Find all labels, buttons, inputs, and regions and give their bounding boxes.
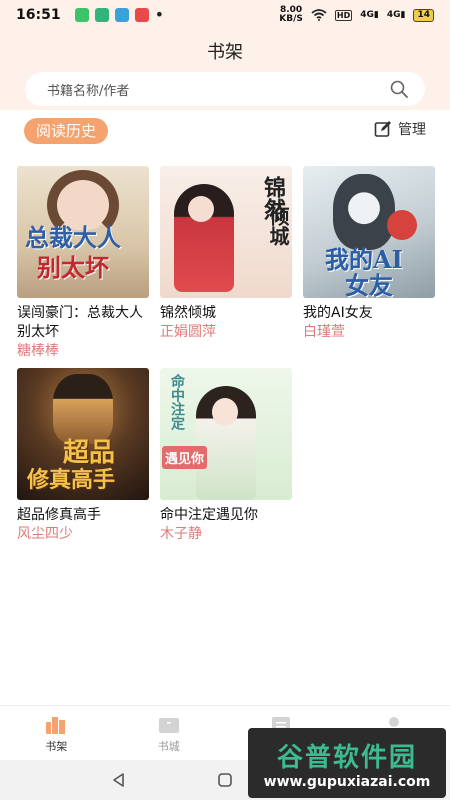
cover-illustration [333, 174, 395, 250]
signal-2: 4G▮ [386, 10, 406, 20]
book-cover[interactable]: 锦然 倾城 [160, 166, 292, 298]
cover-illustration-face [188, 196, 214, 222]
book-item[interactable]: 总裁大人 别太坏 误闯豪门：总裁大人别太坏 糖棒棒 [17, 166, 149, 361]
book-author: 糖棒棒 [17, 343, 59, 359]
messaging-app-icon [94, 8, 109, 22]
news-app-icon [134, 8, 149, 22]
tab-bookshelf-label: 书架 [45, 740, 68, 753]
back-icon[interactable] [111, 772, 127, 788]
book-cover[interactable]: 命中注定 遇见你 [160, 368, 292, 500]
browser-app-icon [114, 8, 129, 22]
watermark-logo: 谷普软件园 www.gupuxiazai.com [248, 728, 446, 798]
net-speed: 8.00 KB/S [279, 6, 303, 24]
cover-illustration-flower [387, 210, 417, 240]
book-title: 锦然倾城 [160, 305, 216, 321]
book-item[interactable]: 锦然 倾城 锦然倾城 正娟圆萍 [160, 166, 292, 342]
home-icon[interactable] [217, 772, 233, 788]
signal-1-label: 4G [360, 10, 374, 20]
cover-title-line-2: 遇见你 [162, 446, 208, 469]
wifi-icon [311, 9, 327, 21]
manage-label: 管理 [398, 122, 426, 138]
status-indicators: 8.00 KB/S HD 4G▮ 4G▮ 14 [279, 6, 434, 24]
book-title: 我的AI女友 [303, 305, 373, 321]
bookstore-icon [158, 718, 179, 733]
cover-illustration-face [212, 398, 238, 426]
search-input[interactable]: 书籍名称/作者 [25, 72, 425, 106]
book-author: 风尘四少 [17, 526, 73, 542]
book-title: 命中注定遇见你 [160, 507, 258, 523]
notification-icons: • [74, 5, 165, 24]
tab-bookshelf[interactable]: 书架 [0, 706, 113, 760]
cover-title-line-1: 命中注定 [169, 374, 185, 430]
hd-badge: HD [334, 9, 353, 21]
net-speed-unit: KB/S [279, 14, 303, 24]
cover-title-line-2: 倾城 [266, 206, 290, 246]
signal-1: 4G▮ [360, 10, 379, 20]
book-item[interactable]: 超品 修真高手 超品修真高手 风尘四少 [17, 368, 149, 544]
search-icon[interactable] [389, 79, 409, 99]
status-bar: 16:51 • 8.00 KB/S HD 4G▮ 4G▮ 14 [0, 0, 450, 30]
book-item[interactable]: 命中注定 遇见你 命中注定遇见你 木子静 [160, 368, 292, 544]
book-author: 木子静 [160, 526, 202, 542]
cover-title-line-2: 修真高手 [27, 467, 116, 493]
book-item[interactable]: 我的AI 女友 我的AI女友 白瑾萱 [303, 166, 435, 342]
book-author: 正娟圆萍 [160, 324, 216, 340]
book-title: 误闯豪门：总裁大人别太坏 [17, 305, 143, 340]
tab-bookstore[interactable]: 书城 [113, 706, 226, 760]
status-time: 16:51 [16, 7, 61, 23]
search-placeholder: 书籍名称/作者 [47, 83, 130, 99]
signal-2-label: 4G [386, 10, 401, 20]
battery-indicator: 14 [413, 8, 434, 22]
more-notifications-icon: • [154, 5, 165, 24]
book-cover[interactable]: 总裁大人 别太坏 [17, 166, 149, 298]
book-author: 白瑾萱 [303, 324, 345, 340]
watermark-url: www.gupuxiazai.com [263, 773, 431, 790]
watermark-main: 谷普软件园 [276, 742, 417, 773]
tab-bookstore-label: 书城 [157, 740, 180, 753]
phone-app-icon [74, 8, 89, 22]
cover-title-line-2: 女友 [345, 271, 393, 298]
reading-history-tab[interactable]: 阅读历史 [24, 118, 109, 144]
cover-title-line-2: 别太坏 [37, 253, 109, 282]
book-title: 超品修真高手 [17, 507, 101, 523]
book-cover[interactable]: 我的AI 女友 [303, 166, 435, 298]
book-cover[interactable]: 超品 修真高手 [17, 368, 149, 500]
edit-icon [374, 121, 391, 137]
page-title: 书架 [207, 42, 243, 63]
manage-button[interactable]: 管理 [374, 118, 426, 140]
bookshelf-icon [46, 717, 66, 734]
